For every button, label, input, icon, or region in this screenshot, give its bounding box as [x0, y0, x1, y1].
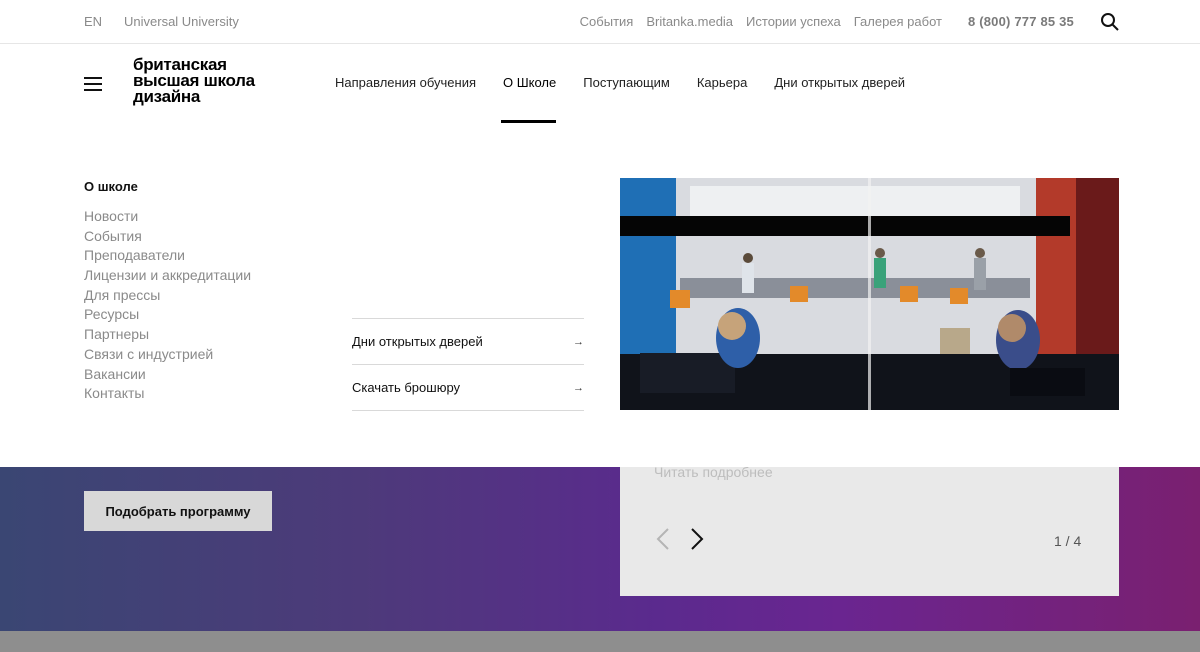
- active-nav-underline: [501, 120, 556, 123]
- dropdown-link-news[interactable]: Новости: [84, 207, 251, 227]
- hero-card: Читать подробнее 1 / 4: [620, 464, 1119, 596]
- dropdown-link-press[interactable]: Для прессы: [84, 286, 251, 306]
- main-header: британская высшая школа дизайна Направле…: [0, 44, 1200, 124]
- download-brochure-action[interactable]: Скачать брошюру →: [352, 365, 584, 411]
- dropdown-title: О школе: [84, 179, 138, 194]
- school-logo[interactable]: британская высшая школа дизайна: [133, 56, 255, 106]
- dropdown-link-licenses[interactable]: Лицензии и аккредитации: [84, 266, 251, 286]
- dropdown-link-resources[interactable]: Ресурсы: [84, 305, 251, 325]
- choose-program-button[interactable]: Подобрать программу: [84, 491, 272, 531]
- nav-open-days[interactable]: Дни открытых дверей: [774, 75, 905, 90]
- dropdown-links: Новости События Преподаватели Лицензии и…: [84, 207, 251, 404]
- nav-applicants[interactable]: Поступающим: [583, 75, 670, 90]
- language-switch[interactable]: EN: [84, 14, 102, 29]
- chevron-left-icon[interactable]: [654, 527, 672, 551]
- open-days-action[interactable]: Дни открытых дверей →: [352, 319, 584, 365]
- arrow-right-icon: →: [573, 335, 584, 348]
- dropdown-link-industry[interactable]: Связи с индустрией: [84, 345, 251, 365]
- nav-about-school[interactable]: О Школе: [503, 75, 556, 90]
- nav-career[interactable]: Карьера: [697, 75, 748, 90]
- main-nav: Направления обучения О Школе Поступающим…: [335, 75, 932, 90]
- bottom-strip: [0, 631, 1200, 652]
- arrow-right-icon: →: [573, 381, 584, 394]
- top-link-gallery[interactable]: Галерея работ: [854, 14, 942, 29]
- top-utility-bar: EN Universal University События Britanka…: [0, 0, 1200, 44]
- dropdown-actions: Дни открытых дверей → Скачать брошюру →: [352, 318, 584, 411]
- top-link-media[interactable]: Britanka.media: [646, 14, 733, 29]
- hamburger-menu-icon[interactable]: [84, 77, 102, 91]
- dropdown-link-teachers[interactable]: Преподаватели: [84, 246, 251, 266]
- slider-pager: 1 / 4: [1054, 533, 1082, 549]
- top-links: События Britanka.media Истории успеха Га…: [580, 14, 942, 29]
- download-brochure-label: Скачать брошюру: [352, 380, 461, 395]
- chevron-right-icon[interactable]: [688, 527, 706, 551]
- top-link-events[interactable]: События: [580, 14, 634, 29]
- nav-programs[interactable]: Направления обучения: [335, 75, 476, 90]
- top-link-stories[interactable]: Истории успеха: [746, 14, 841, 29]
- dropdown-link-vacancies[interactable]: Вакансии: [84, 365, 251, 385]
- universal-university-link[interactable]: Universal University: [124, 14, 239, 29]
- dropdown-link-events[interactable]: События: [84, 227, 251, 247]
- search-icon[interactable]: [1100, 12, 1120, 32]
- dropdown-link-partners[interactable]: Партнеры: [84, 325, 251, 345]
- about-school-dropdown: О школе Новости События Преподаватели Ли…: [0, 124, 1200, 467]
- dropdown-link-contacts[interactable]: Контакты: [84, 384, 251, 404]
- logo-line-3: дизайна: [133, 87, 200, 106]
- open-days-label: Дни открытых дверей: [352, 334, 483, 349]
- studio-photo: [620, 178, 1119, 410]
- phone-number[interactable]: 8 (800) 777 85 35: [968, 14, 1074, 29]
